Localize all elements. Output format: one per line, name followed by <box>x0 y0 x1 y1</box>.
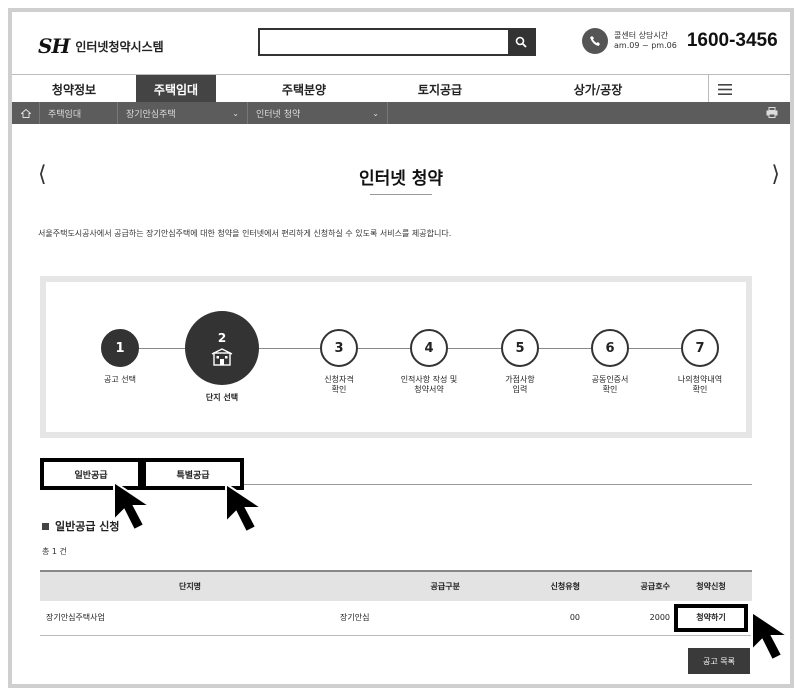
breadcrumb-label: 장기안심주택 <box>126 109 176 120</box>
step-label: 나의청약내역 확인 <box>677 375 723 394</box>
phone-icon <box>582 28 608 54</box>
search-icon <box>515 36 527 48</box>
home-icon <box>20 108 31 118</box>
callcenter-info: 콜센터 상담시간 am.09 ~ pm.06 1600-3456 <box>582 28 778 54</box>
breadcrumb-label: 인터넷 청약 <box>256 109 301 120</box>
apply-button[interactable]: 청약하기 <box>674 603 748 632</box>
col-header-apply-type: 신청유형 <box>460 570 580 601</box>
page-title: 인터넷 청약 <box>358 169 444 189</box>
home-button[interactable] <box>12 102 40 124</box>
title-row: ⟨ 인터넷 청약 ⟩ <box>12 152 790 202</box>
breadcrumb-item-rental[interactable]: 주택임대 <box>40 102 118 124</box>
intro-text: 서울주택도시공사에서 공급하는 장기안심주택에 대한 청약을 인터넷에서 편리하… <box>38 229 452 238</box>
callcenter-number: 1600-3456 <box>686 30 778 51</box>
logo-text: 인터넷청약시스템 <box>75 39 164 54</box>
nav-item-commercial[interactable]: 상가/공장 <box>488 75 708 103</box>
col-header-apply: 청약신청 <box>670 570 752 601</box>
table-header-row: 단지명 공급구분 신청유형 공급호수 청약신청 <box>40 570 752 601</box>
step-5: 5 가점사항 입력 <box>480 329 560 395</box>
hamburger-icon <box>717 83 732 95</box>
step-circle: 4 <box>410 329 448 367</box>
table-row: 장기안심주택사업 장기안심 00 2000 청약하기 <box>40 601 752 636</box>
breadcrumb-dropdown-apply[interactable]: 인터넷 청약 ⌄ <box>248 102 388 124</box>
col-header-units: 공급호수 <box>580 570 670 601</box>
breadcrumb-dropdown-longterm[interactable]: 장기안심주택 ⌄ <box>118 102 248 124</box>
print-icon[interactable] <box>766 107 778 118</box>
step-6: 6 공동인증서 확인 <box>570 329 650 395</box>
step-3: 3 신청자격 확인 <box>299 329 379 395</box>
callcenter-hours-block: 콜센터 상담시간 am.09 ~ pm.06 <box>614 31 677 51</box>
step-circle: 5 <box>501 329 539 367</box>
nav-item-sale[interactable]: 주택분양 <box>216 75 392 103</box>
notice-list-button[interactable]: 공고 목록 <box>688 648 750 674</box>
breadcrumb-label: 주택임대 <box>48 109 82 120</box>
step-circle: 7 <box>681 329 719 367</box>
callcenter-label: 콜센터 상담시간 <box>614 31 669 40</box>
complex-table: 단지명 공급구분 신청유형 공급호수 청약신청 장기안심주택사업 장기안심 00… <box>40 570 752 636</box>
nav-item-rental[interactable]: 주택임대 <box>136 75 216 103</box>
title-underline <box>370 194 432 195</box>
step-label: 공고 선택 <box>104 375 136 384</box>
step-circle: 6 <box>591 329 629 367</box>
next-arrow-icon[interactable]: ⟩ <box>771 162 780 187</box>
cell-units: 2000 <box>580 601 670 636</box>
search-bar <box>258 28 536 56</box>
step-label: 신청자격 확인 <box>324 375 354 394</box>
chevron-down-icon: ⌄ <box>232 108 239 118</box>
step-circle-current: 2 <box>185 311 259 385</box>
result-count: 총 1 건 <box>42 547 67 556</box>
step-circle: 1 <box>101 329 139 367</box>
cell-name: 장기안심주택사업 <box>40 601 340 636</box>
section-title-text: 일반공급 신청 <box>55 520 120 533</box>
steps-panel: 1 공고 선택 2 단지 선택 3 신청자격 확인 4 인적사항 작성 및 청약… <box>40 276 752 438</box>
cell-supply: 장기안심 <box>340 601 460 636</box>
main-nav: 청약정보 주택임대 주택분양 토지공급 상가/공장 <box>12 74 790 103</box>
section-title: 일반공급 신청 <box>42 518 120 534</box>
step-1: 1 공고 선택 <box>80 329 160 385</box>
search-input[interactable] <box>260 30 508 54</box>
step-label: 단지 선택 <box>205 393 239 402</box>
callcenter-hours: am.09 ~ pm.06 <box>614 41 677 50</box>
chevron-down-icon: ⌄ <box>372 108 379 118</box>
col-header-supply: 공급구분 <box>340 570 460 601</box>
step-number: 2 <box>217 330 227 345</box>
cell-apply-type: 00 <box>460 601 580 636</box>
pointer-arrow-icon <box>225 482 266 534</box>
pointer-arrow-icon <box>113 480 154 532</box>
site-logo[interactable]: SH 인터넷청약시스템 <box>38 34 164 58</box>
step-4: 4 인적사항 작성 및 청약서약 <box>389 329 469 395</box>
step-label: 가점사항 입력 <box>505 375 535 394</box>
col-header-name: 단지명 <box>40 570 340 601</box>
menu-button[interactable] <box>708 75 740 103</box>
breadcrumb: 주택임대 장기안심주택 ⌄ 인터넷 청약 ⌄ <box>12 102 790 124</box>
step-label: 인적사항 작성 및 청약서약 <box>400 375 458 394</box>
step-label: 공동인증서 확인 <box>591 375 629 394</box>
pointer-arrow-icon <box>751 610 790 662</box>
logo-mark: SH <box>38 34 70 58</box>
step-circle: 3 <box>320 329 358 367</box>
step-2-current: 2 단지 선택 <box>182 311 262 403</box>
cell-apply: 청약하기 <box>670 601 752 636</box>
square-bullet-icon <box>42 522 49 530</box>
building-icon <box>211 347 233 366</box>
search-button[interactable] <box>508 30 534 54</box>
nav-item-land[interactable]: 토지공급 <box>392 75 488 103</box>
step-7: 7 나의청약내역 확인 <box>660 329 740 395</box>
nav-item-info[interactable]: 청약정보 <box>12 75 136 103</box>
page-frame: SH 인터넷청약시스템 콜센터 상담시간 am.09 ~ pm.06 1600-… <box>8 8 794 688</box>
